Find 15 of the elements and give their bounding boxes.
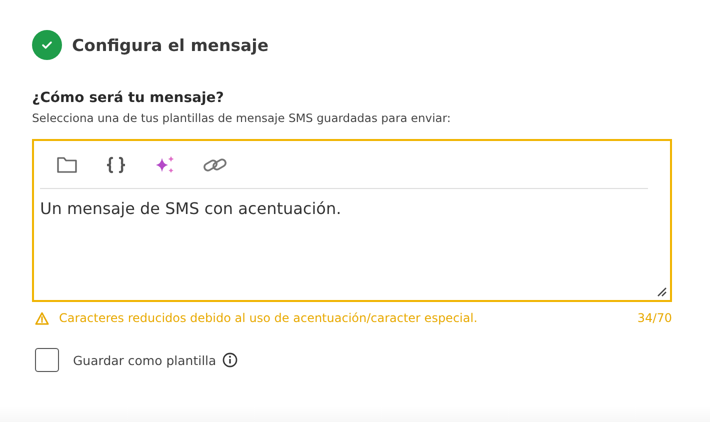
sparkle-icon[interactable] xyxy=(154,154,176,176)
message-editor[interactable]: Un mensaje de SMS con acentuación. xyxy=(32,139,672,302)
warning-text: Caracteres reducidos debido al uso de acentuación/caracter especial. xyxy=(59,311,478,325)
step-title: Configura el mensaje xyxy=(72,36,269,54)
folder-icon[interactable] xyxy=(56,156,78,174)
resize-handle-icon[interactable] xyxy=(657,287,667,297)
save-template-label: Guardar como plantilla xyxy=(73,352,216,368)
question-subtitle: Selecciona una de tus plantillas de mensaje SMS guardadas para enviar: xyxy=(32,111,452,125)
braces-icon[interactable] xyxy=(104,156,128,174)
warning-icon xyxy=(35,312,49,324)
save-template-checkbox[interactable] xyxy=(35,348,59,372)
question-title: ¿Cómo será tu mensaje? xyxy=(32,90,225,106)
character-counter: 34/70 xyxy=(637,311,672,325)
message-input[interactable]: Un mensaje de SMS con acentuación. xyxy=(40,189,648,289)
info-icon[interactable] xyxy=(222,352,238,368)
